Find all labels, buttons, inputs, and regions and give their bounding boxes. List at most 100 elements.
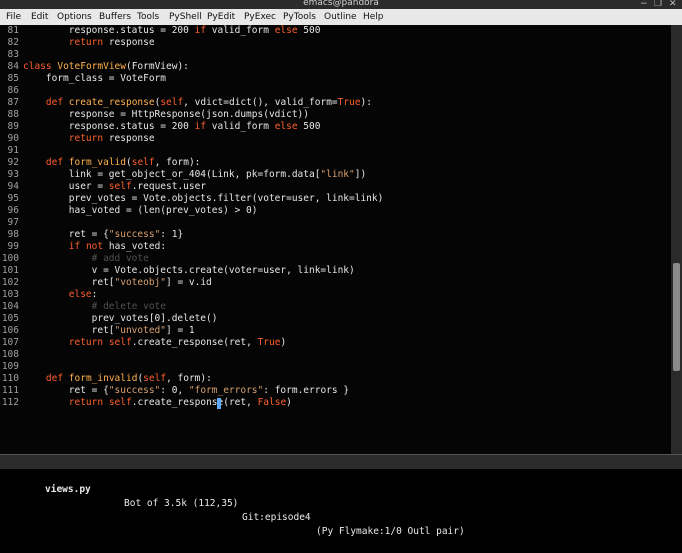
- code-token: valid_form: [206, 121, 275, 132]
- code-token: if: [194, 121, 207, 132]
- code-line[interactable]: def form_invalid(self, form):: [23, 373, 212, 385]
- code-line[interactable]: form_class = VoteForm: [23, 73, 166, 85]
- menu-pyedit[interactable]: PyEdit: [207, 10, 235, 24]
- code-token: has_voted = (len(prev_votes) > 0): [23, 205, 258, 216]
- code-line[interactable]: def form_valid(self, form):: [23, 157, 201, 169]
- code-token: return: [68, 397, 104, 408]
- menu-bar: File Edit Options Buffers Tools PyShell …: [0, 9, 682, 26]
- maximize-icon[interactable]: ❐: [654, 0, 662, 9]
- line-number: 86: [7, 85, 19, 96]
- line-number: 85: [7, 73, 19, 84]
- code-line[interactable]: has_voted = (len(prev_votes) > 0): [23, 205, 258, 217]
- code-line[interactable]: user = self.request.user: [23, 181, 206, 193]
- code-line[interactable]: return self.create_response(ret, False): [23, 397, 292, 409]
- code-line[interactable]: # add vote: [23, 253, 149, 265]
- code-token: ] = v.id: [166, 277, 212, 288]
- code-line[interactable]: return self.create_response(ret, True): [23, 337, 286, 349]
- code-line[interactable]: def create_response(self, vdict=dict(), …: [23, 97, 372, 109]
- line-number: 110: [1, 373, 19, 384]
- line-number: 102: [1, 277, 19, 288]
- code-line[interactable]: response.status = 200 if valid_form else…: [23, 25, 321, 37]
- code-token: (FormView):: [125, 61, 189, 72]
- code-line[interactable]: return response: [23, 133, 155, 145]
- vc-branch[interactable]: Git:episode4: [242, 511, 311, 525]
- code-token: 500: [297, 121, 321, 132]
- code-token: True: [337, 97, 361, 108]
- title-bar: emacs@pandora − ❐ ✕: [0, 0, 682, 9]
- code-line[interactable]: response = HttpResponse(json.dumps(vdict…: [23, 109, 309, 121]
- code-line[interactable]: ret = {"success": 0, "form_errors": form…: [23, 385, 349, 397]
- code-token: form_valid: [68, 157, 126, 168]
- code-token: self: [143, 373, 167, 384]
- code-line[interactable]: v = Vote.objects.create(voter=user, link…: [23, 265, 355, 277]
- major-modes[interactable]: (Py Flymake:1/0 Outl pair): [316, 525, 465, 539]
- code-token: .request.user: [131, 181, 207, 192]
- line-number: 97: [7, 217, 19, 228]
- line-number: 98: [7, 229, 19, 240]
- code-token: class: [23, 61, 52, 72]
- menu-tools[interactable]: Tools: [137, 10, 159, 24]
- code-token: .create_response(ret,: [131, 337, 258, 348]
- code-line[interactable]: class VoteFormView(FormView):: [23, 61, 189, 73]
- code-token: response = HttpResponse(json.dumps(vdict…: [23, 109, 309, 120]
- mode-line: -:**- views.py Bot of 3.5k (112,35) Git:…: [0, 454, 682, 537]
- line-number: 111: [1, 385, 19, 396]
- line-number: 84: [7, 61, 19, 72]
- code-line[interactable]: link = get_object_or_404(Link, pk=form.d…: [23, 169, 366, 181]
- code-token: link = get_object_or_404(Link, pk=form.d…: [23, 169, 321, 180]
- code-token: , form):: [166, 373, 212, 384]
- code-line[interactable]: if not has_voted:: [23, 241, 166, 253]
- menu-pyshell[interactable]: PyShell: [169, 10, 202, 24]
- code-line[interactable]: response.status = 200 if valid_form else…: [23, 121, 321, 133]
- code-token: 500: [297, 25, 321, 36]
- code-line[interactable]: else:: [23, 289, 98, 301]
- code-token: "unvoted": [114, 325, 166, 336]
- window-title: emacs@pandora: [303, 0, 379, 8]
- code-token: response: [103, 37, 155, 48]
- code-line[interactable]: prev_votes[0].delete(): [23, 313, 218, 325]
- code-token: else: [68, 289, 92, 300]
- code-line[interactable]: prev_votes = Vote.objects.filter(voter=u…: [23, 193, 384, 205]
- code-token: "link": [320, 169, 355, 180]
- code-line[interactable]: ret = {"success": 1}: [23, 229, 183, 241]
- line-number: 106: [1, 325, 19, 336]
- code-token: : form.errors }: [263, 385, 350, 396]
- menu-buffers[interactable]: Buffers: [99, 10, 131, 24]
- menu-help[interactable]: Help: [363, 10, 384, 24]
- code-token: ret = {: [23, 229, 109, 240]
- line-number: 112: [1, 397, 19, 408]
- buffer-position: Bot of 3.5k (112,35): [124, 498, 239, 509]
- minimize-icon[interactable]: −: [640, 0, 648, 9]
- buffer-name[interactable]: views.py: [45, 483, 91, 497]
- menu-pyexec[interactable]: PyExec: [244, 10, 276, 24]
- code-line[interactable]: ret["voteobj"] = v.id: [23, 277, 212, 289]
- line-number: 88: [7, 109, 19, 120]
- line-number: 105: [1, 313, 19, 324]
- code-token: , form):: [154, 157, 201, 168]
- menu-file[interactable]: File: [6, 10, 21, 24]
- code-token: self: [108, 337, 132, 348]
- code-line[interactable]: # delete vote: [23, 301, 166, 313]
- code-line[interactable]: return response: [23, 37, 155, 49]
- line-number: 107: [1, 337, 19, 348]
- line-number: 94: [7, 181, 19, 192]
- code-token: self: [160, 97, 184, 108]
- code-line[interactable]: ret["unvoted"] = 1: [23, 325, 195, 337]
- minibuffer[interactable]: [0, 469, 682, 480]
- menu-options[interactable]: Options: [57, 10, 92, 24]
- line-number: 100: [1, 253, 19, 264]
- menu-outline[interactable]: Outline: [324, 10, 357, 24]
- menu-pytools[interactable]: PyTools: [283, 10, 316, 24]
- code-editor[interactable]: 81 response.status = 200 if valid_form e…: [0, 25, 671, 454]
- code-token: self: [108, 397, 132, 408]
- close-icon[interactable]: ✕: [669, 0, 677, 9]
- menu-edit[interactable]: Edit: [31, 10, 48, 24]
- code-token: if: [68, 241, 81, 252]
- scrollbar-thumb[interactable]: [673, 263, 680, 371]
- vertical-scrollbar[interactable]: [671, 25, 682, 454]
- line-number: 83: [7, 49, 19, 60]
- emacs-window: emacs@pandora − ❐ ✕ File Edit Options Bu…: [0, 0, 682, 537]
